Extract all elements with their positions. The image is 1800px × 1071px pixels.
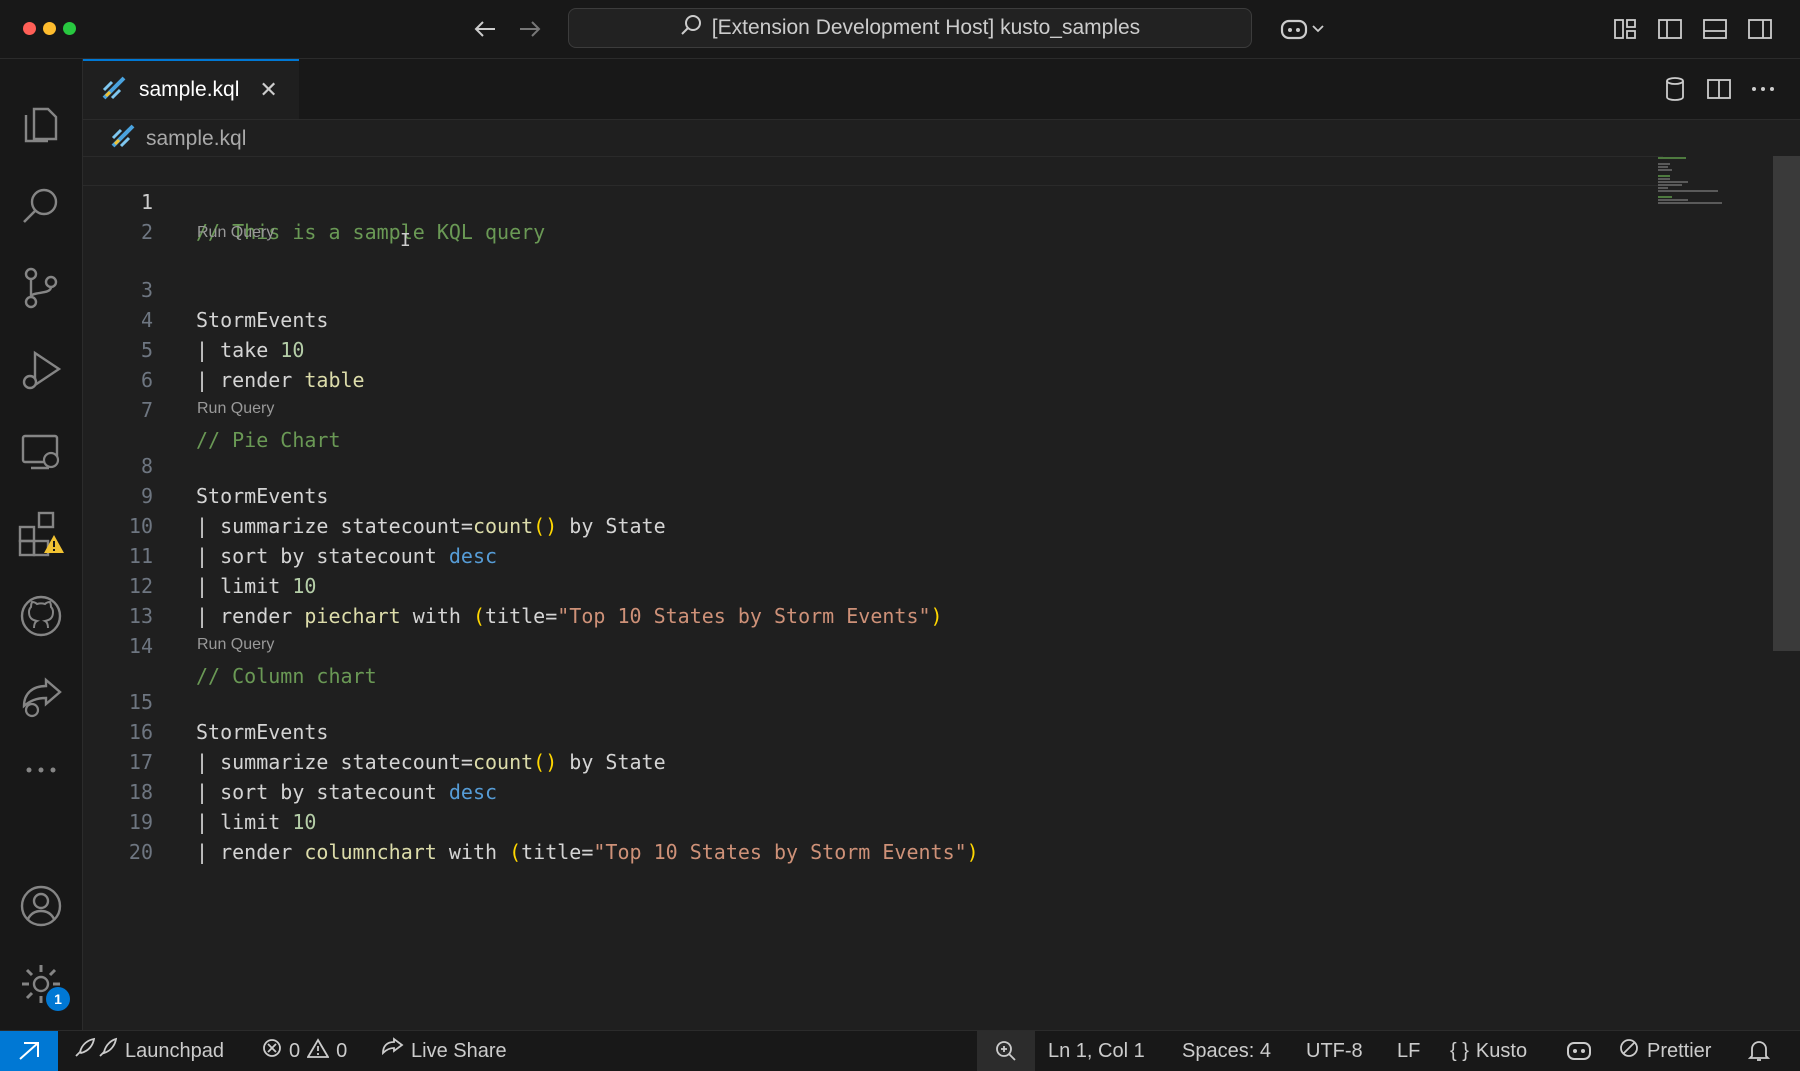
explorer-icon[interactable] — [0, 89, 82, 159]
code-line[interactable]: 2 — [83, 187, 1663, 244]
language-label: Kusto — [1475, 1039, 1528, 1062]
code-line[interactable]: 9 | summarize statecount=count() by Stat… — [83, 451, 1663, 538]
line-number: 20 — [128, 840, 153, 864]
code-line[interactable]: 4 | take 10 — [83, 275, 1663, 362]
settings-gear-icon[interactable]: 1 — [0, 949, 82, 1019]
source-control-icon[interactable] — [0, 253, 82, 323]
status-bar: Launchpad 0 0 Live Share Ln 1, Col 1 Spa… — [0, 1030, 1800, 1071]
search-icon — [680, 14, 702, 42]
kusto-file-icon — [101, 75, 127, 106]
code-line[interactable]: 12 | render piechart with (title="Top 10… — [83, 541, 1663, 628]
minimize-window-button[interactable] — [43, 22, 56, 35]
warning-icon — [306, 1038, 330, 1064]
code-line[interactable]: 5 | render table — [83, 305, 1663, 392]
error-icon — [262, 1038, 282, 1064]
minimap[interactable] — [1655, 155, 1725, 205]
code-line[interactable]: 18 | limit 10 — [83, 747, 1663, 834]
editor-actions — [1660, 59, 1800, 119]
code-line[interactable]: 13 — [83, 571, 1663, 628]
live-share-label: Live Share — [411, 1039, 507, 1062]
settings-badge: 1 — [46, 987, 70, 1011]
code-line[interactable]: 14 // Column chart — [83, 601, 1663, 688]
code-line[interactable]: 16 | summarize statecount=count() by Sta… — [83, 687, 1663, 774]
code-line[interactable]: 19 | render columnchart with (title="Top… — [83, 777, 1663, 864]
breadcrumb-file: sample.kql — [146, 127, 247, 150]
customize-layout-icon[interactable] — [1610, 14, 1640, 44]
notifications-bell-icon[interactable] — [1748, 1031, 1770, 1071]
toggle-panel-icon[interactable] — [1700, 14, 1730, 44]
code-line[interactable]: 15 StormEvents — [83, 657, 1663, 744]
run-query-codelens[interactable]: Run Query — [197, 634, 274, 656]
code-line[interactable]: 11 | limit 10 — [83, 511, 1663, 598]
tab-label: sample.kql — [139, 78, 240, 101]
window-title: [Extension Development Host] kusto_sampl… — [711, 16, 1141, 39]
code-line[interactable]: 1 // This is a sample KQL query — [83, 156, 1663, 244]
code-line[interactable]: 8 StormEvents — [83, 421, 1663, 508]
launchpad-item[interactable]: Launchpad — [72, 1031, 224, 1071]
prettier-item[interactable]: Prettier — [1618, 1031, 1711, 1071]
maximize-window-button[interactable] — [63, 22, 76, 35]
back-arrow-icon[interactable] — [470, 14, 500, 44]
breadcrumb[interactable]: sample.kql — [110, 124, 246, 154]
tab-sample-kql[interactable]: sample.kql ✕ — [83, 59, 299, 119]
code-line[interactable]: 6 — [83, 335, 1663, 392]
code-line[interactable]: 17 | sort by statecount desc — [83, 717, 1663, 804]
zoom-icon[interactable] — [977, 1031, 1035, 1071]
code-line[interactable]: 20 — [83, 807, 1663, 864]
cursor-position[interactable]: Ln 1, Col 1 — [1048, 1031, 1145, 1071]
language-mode[interactable]: { } Kusto — [1450, 1031, 1527, 1071]
search-icon[interactable] — [0, 171, 82, 241]
copilot-menu-icon[interactable] — [1275, 14, 1331, 44]
title-bar: [Extension Development Host] kusto_sampl… — [0, 0, 1800, 59]
toggle-primary-sidebar-icon[interactable] — [1655, 14, 1685, 44]
code-line[interactable]: 7 // Pie Chart — [83, 365, 1663, 452]
error-count: 0 — [289, 1039, 301, 1062]
forward-arrow-icon[interactable] — [515, 14, 545, 44]
vertical-scrollbar[interactable] — [1773, 156, 1800, 651]
copilot-status-icon[interactable] — [1566, 1031, 1592, 1071]
remote-indicator-icon[interactable] — [0, 1031, 58, 1071]
run-query-codelens[interactable]: Run Query — [197, 222, 274, 244]
warning-count: 0 — [336, 1039, 348, 1062]
code-line[interactable]: 3 StormEvents — [83, 245, 1663, 332]
code-editor[interactable]: 1 // This is a sample KQL query 2 Run Qu… — [83, 156, 1773, 1026]
problems-item[interactable]: 0 0 — [262, 1031, 347, 1071]
more-icon[interactable] — [0, 735, 82, 805]
toggle-secondary-sidebar-icon[interactable] — [1745, 14, 1775, 44]
prettier-label: Prettier — [1647, 1039, 1712, 1062]
text-cursor-icon: I — [400, 230, 411, 251]
close-icon[interactable]: ✕ — [259, 77, 277, 103]
prettier-disabled-icon — [1618, 1037, 1640, 1065]
close-window-button[interactable] — [23, 22, 36, 35]
kusto-file-icon — [110, 123, 136, 155]
run-query-codelens[interactable]: Run Query — [197, 398, 274, 420]
database-icon[interactable] — [1660, 74, 1690, 104]
more-actions-icon[interactable] — [1748, 74, 1778, 104]
end-of-line[interactable]: LF — [1397, 1031, 1420, 1071]
split-editor-icon[interactable] — [1704, 74, 1734, 104]
remote-explorer-icon[interactable] — [0, 417, 82, 487]
activity-bar: 1 — [0, 59, 83, 1030]
braces-icon: { } — [1450, 1039, 1469, 1062]
rocket-icon — [72, 1036, 118, 1066]
live-share-icon[interactable] — [0, 663, 82, 733]
code-text: | render columnchart with (title="Top 10… — [196, 840, 979, 864]
encoding[interactable]: UTF-8 — [1306, 1031, 1363, 1071]
launchpad-label: Launchpad — [125, 1039, 224, 1062]
github-icon[interactable] — [0, 581, 82, 651]
code-line[interactable]: 10 | sort by statecount desc — [83, 481, 1663, 568]
live-share-icon — [380, 1037, 404, 1065]
extensions-icon[interactable] — [0, 499, 82, 569]
command-center[interactable]: [Extension Development Host] kusto_sampl… — [568, 8, 1252, 48]
tab-bar: sample.kql ✕ — [83, 59, 1800, 120]
account-icon[interactable] — [0, 871, 82, 941]
indentation[interactable]: Spaces: 4 — [1182, 1031, 1271, 1071]
line-number: 2 — [140, 220, 153, 244]
run-debug-icon[interactable] — [0, 335, 82, 405]
live-share-item[interactable]: Live Share — [380, 1031, 507, 1071]
